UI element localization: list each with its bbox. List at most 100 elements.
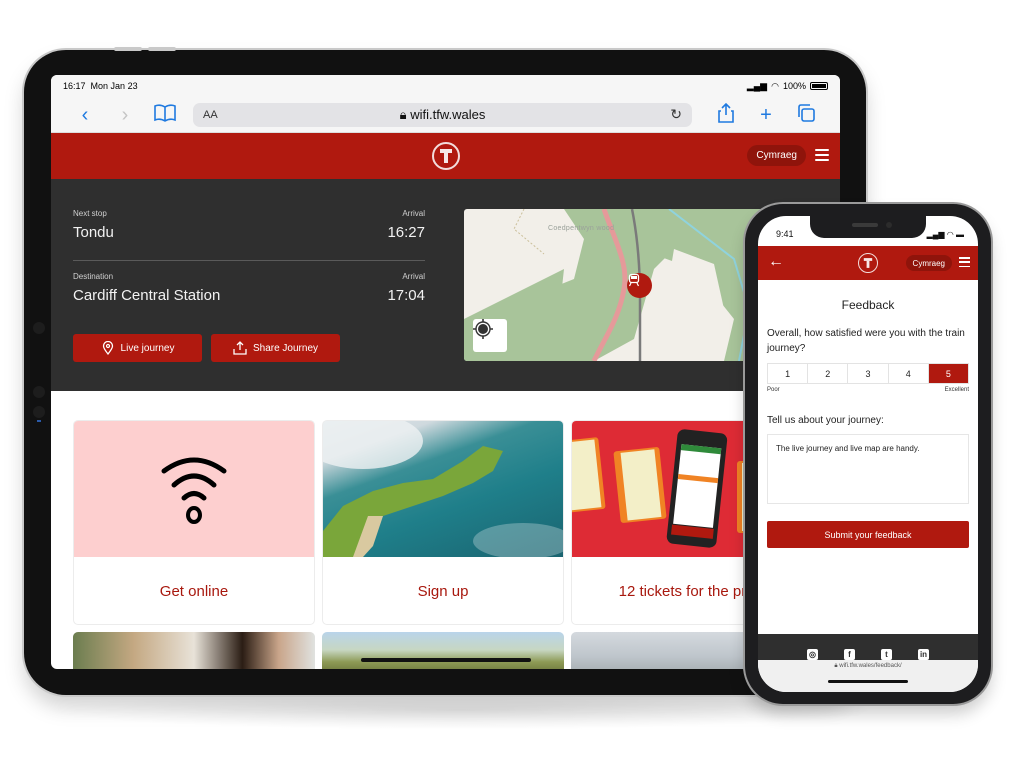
new-tab-icon[interactable]: + [746,105,786,125]
submit-feedback-button[interactable]: Submit your feedback [767,521,969,548]
destination-label: Destination [73,272,114,281]
phone-device: 9:41 ▂▄▆ ◠ ▬ ← Cymraeg Feedback Overall,… [745,204,991,704]
instagram-icon[interactable]: ◎ [807,649,818,660]
satisfaction-question: Overall, how satisfied were you with the… [767,328,965,354]
rating-high-label: Excellent [944,387,969,393]
linkedin-icon[interactable]: in [918,649,929,660]
home-indicator[interactable] [361,658,531,662]
card-title: Sign up [417,583,469,600]
share-journey-button[interactable]: Share Journey [211,334,340,362]
side-sensor [33,406,45,418]
crosshair-icon [473,319,493,339]
next-stop-label: Next stop [73,209,107,218]
phone-status-icons: ▂▄▆ ◠ ▬ [926,229,964,239]
destination-block: Destination Arrival Cardiff Central Stat… [73,272,425,304]
arrival-label: Arrival [402,272,425,281]
coastline-aerial-photo [323,421,563,557]
journey-divider [73,260,425,261]
volume-button [114,47,142,51]
signal-icon: ▂▄▆ [746,80,768,91]
rating-option-1[interactable]: 1 [768,364,809,383]
next-stop-arrival: 16:27 [387,224,425,241]
arrival-label: Arrival [402,209,425,218]
live-map[interactable]: Coedpentwyn wood [464,209,764,361]
live-journey-button[interactable]: Live journey [73,334,202,362]
phone-footer: ◎ f t in [758,634,978,660]
tablet-device: 16:17 Mon Jan 23 ▂▄▆ ◠ 100% ‹ › AA 🔒︎ wi… [24,47,866,695]
lock-icon: 🔒︎ [399,106,407,122]
rating-scale: 1 2 3 4 5 [767,363,969,384]
locate-me-button[interactable] [473,319,507,352]
phone-notch [810,216,926,238]
card-castle-photo[interactable] [322,632,564,669]
rating-option-3[interactable]: 3 [848,364,889,383]
card-image [74,421,314,557]
product-mockup: 16:17 Mon Jan 23 ▂▄▆ ◠ 100% ‹ › AA 🔒︎ wi… [0,0,1024,768]
hamburger-icon[interactable] [959,257,970,267]
url-text: 🔒︎ wifi.tfw.wales [193,107,692,123]
back-arrow-icon[interactable]: ← [768,253,784,271]
map-place-label: Coedpentwyn wood [548,225,615,232]
rating-labels: Poor Excellent [767,387,969,393]
card-people-photo[interactable] [73,632,315,669]
journey-panel: Next stop Arrival Tondu 16:27 Destinatio… [51,179,840,391]
camera-dot [37,420,41,422]
rating-low-label: Poor [767,387,780,393]
twitter-icon[interactable]: t [881,649,892,660]
facebook-icon[interactable]: f [844,649,855,660]
rating-option-4[interactable]: 4 [889,364,929,383]
address-bar[interactable]: AA 🔒︎ wifi.tfw.wales ↻ [193,102,692,127]
share-icon[interactable] [706,102,746,127]
location-pin-icon [102,341,113,355]
side-sensor [33,386,45,398]
status-date: Mon Jan 23 [90,81,138,91]
front-camera [886,222,892,228]
footpath [513,209,545,255]
destination-arrival: 17:04 [387,287,425,304]
bookmarks-icon[interactable] [145,103,185,126]
rating-option-5[interactable]: 5 [928,364,969,383]
tablet-screen: 16:17 Mon Jan 23 ▂▄▆ ◠ 100% ‹ › AA 🔒︎ wi… [51,75,840,669]
train-marker-icon[interactable] [627,273,652,298]
comment-label: Tell us about your journey: [767,415,884,426]
speaker-grille [852,223,878,227]
language-toggle-button[interactable]: Cymraeg [747,145,806,166]
feedback-title: Feedback [841,298,895,312]
phone-status-time: 9:41 [776,229,794,239]
browser-toolbar: ‹ › AA 🔒︎ wifi.tfw.wales ↻ + [51,97,840,133]
back-icon[interactable]: ‹ [65,105,105,125]
hamburger-icon[interactable] [815,149,829,161]
phone-url-value: wifi.tfw.wales/feedback/ [839,663,902,669]
next-stop-name: Tondu [73,224,114,241]
status-time: 16:17 [63,81,86,91]
status-bar: 16:17 Mon Jan 23 ▂▄▆ ◠ 100% [51,75,840,97]
lock-icon: 🔒︎ [834,663,838,669]
language-toggle-button[interactable]: Cymraeg [905,255,952,271]
battery-icon [810,82,828,90]
next-stop-block: Next stop Arrival Tondu 16:27 [73,209,425,241]
destination-name: Cardiff Central Station [73,287,221,304]
url-value: wifi.tfw.wales [410,106,486,122]
phone-site-header: ← Cymraeg [758,246,978,280]
tfw-logo[interactable] [431,142,460,170]
wifi-icon [161,457,227,524]
card-get-online[interactable]: Get online [73,420,315,625]
phone-screen: 9:41 ▂▄▆ ◠ ▬ ← Cymraeg Feedback Overall,… [758,216,978,692]
comment-textarea[interactable]: The live journey and live map are handy. [767,434,969,504]
phone-url-text: 🔒︎ wifi.tfw.wales/feedback/ [758,663,978,670]
floor-shadow [40,690,880,730]
rating-option-2[interactable]: 2 [808,364,849,383]
card-sign-up[interactable]: Sign up [322,420,564,625]
tabs-icon[interactable] [786,103,826,126]
site-header: Cymraeg [51,133,840,179]
share-icon [233,341,247,355]
forward-icon[interactable]: › [105,105,145,125]
side-sensor [33,322,45,334]
tfw-logo[interactable] [858,253,878,273]
volume-button [148,47,176,51]
card-title: Get online [159,583,229,600]
wifi-status-icon: ◠ [771,80,779,91]
phone-address-bar[interactable]: 🔒︎ wifi.tfw.wales/feedback/ [758,660,978,692]
share-journey-label: Share Journey [252,342,319,354]
phone-home-indicator[interactable] [828,680,908,683]
